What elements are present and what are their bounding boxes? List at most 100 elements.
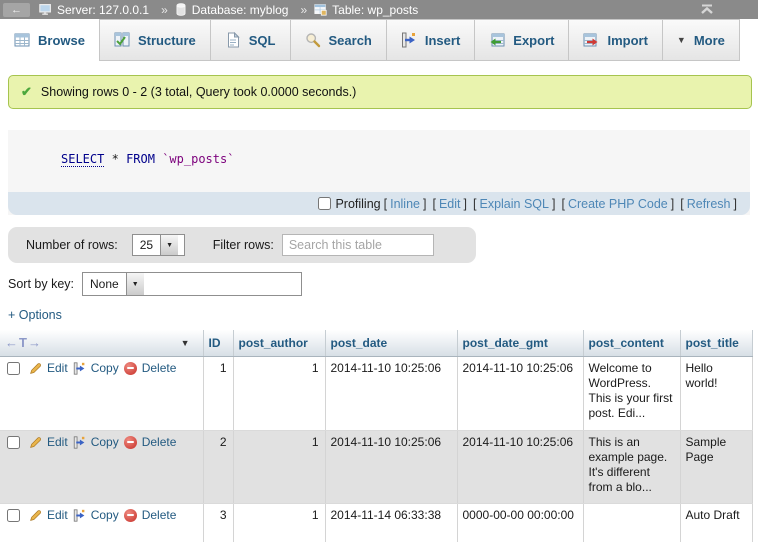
sort-key-select[interactable]: None ▼	[82, 272, 302, 296]
sql-keyword-select[interactable]: SELECT	[61, 152, 104, 167]
bracket: ]	[671, 197, 674, 211]
cell-id: 1	[203, 356, 233, 430]
create-php-code-link[interactable]: Create PHP Code	[568, 197, 668, 211]
column-header-post-content[interactable]: post_content	[583, 330, 680, 356]
row-actions-cell: Edit Copy Delete	[0, 430, 203, 503]
options-toggle[interactable]: + Options	[8, 308, 62, 322]
table-header-row: ←T→ ▼ ID post_author post_date post_date…	[0, 330, 758, 356]
cell-post-content: This is an example page. It's different …	[583, 430, 680, 503]
copy-row-link[interactable]: Copy	[91, 508, 119, 523]
tab-sql[interactable]: SQL	[210, 19, 291, 61]
row-checkbox[interactable]	[7, 362, 20, 375]
actions-header-cell: ←T→ ▼	[0, 330, 203, 356]
bracket: ]	[552, 197, 555, 211]
tab-more[interactable]: ▼ More	[662, 19, 740, 61]
cell-id: 3	[203, 503, 233, 542]
column-header-post-date[interactable]: post_date	[325, 330, 457, 356]
tab-insert[interactable]: Insert	[386, 19, 475, 61]
table-icon	[314, 3, 327, 16]
row-checkbox[interactable]	[7, 509, 20, 522]
copy-row-icon	[73, 436, 86, 449]
delete-row-icon	[124, 362, 137, 375]
tab-label: Import	[607, 33, 647, 48]
cell-post-title: Hello world!	[680, 356, 752, 430]
column-header-post-author[interactable]: post_author	[233, 330, 325, 356]
column-header-id[interactable]: ID	[203, 330, 233, 356]
axis-toggle-icon[interactable]: ←T→	[5, 335, 42, 350]
status-message: ✔ Showing rows 0 - 2 (3 total, Query too…	[8, 75, 752, 109]
filter-rows-label: Filter rows:	[213, 238, 274, 252]
edit-row-link[interactable]: Edit	[47, 508, 68, 523]
copy-row-link[interactable]: Copy	[91, 435, 119, 450]
delete-row-link[interactable]: Delete	[142, 508, 177, 523]
tab-label: More	[694, 33, 725, 48]
tab-export[interactable]: Export	[474, 19, 569, 61]
profiling-label: Profiling	[335, 197, 380, 211]
column-menu-icon[interactable]: ▼	[181, 338, 190, 348]
edit-row-link[interactable]: Edit	[47, 435, 68, 450]
breadcrumb-table[interactable]: Table: wp_posts	[332, 3, 418, 17]
success-check-icon: ✔	[21, 84, 32, 100]
column-header-post-date-gmt[interactable]: post_date_gmt	[457, 330, 583, 356]
edit-sql-link[interactable]: Edit	[439, 197, 461, 211]
tab-label: Browse	[38, 33, 85, 48]
table-row: Edit Copy Delete 1 1 2014-11-10 10:25:06…	[0, 356, 758, 430]
number-of-rows-label: Number of rows:	[26, 238, 118, 252]
cell-id: 2	[203, 430, 233, 503]
table-row: Edit Copy Delete 3 1 2014-11-14 06:33:38…	[0, 503, 758, 542]
sql-keyword-from: FROM	[126, 152, 155, 166]
bracket: [	[384, 197, 387, 211]
inline-link[interactable]: Inline	[390, 197, 420, 211]
cell-post-date-gmt: 0000-00-00 00:00:00	[457, 503, 583, 542]
cell-post-content	[583, 503, 680, 542]
breadcrumb-separator: »	[161, 3, 168, 17]
row-actions-cell: Edit Copy Delete	[0, 356, 203, 430]
delete-row-link[interactable]: Delete	[142, 361, 177, 376]
cell-post-date: 2014-11-10 10:25:06	[325, 356, 457, 430]
server-icon	[39, 3, 52, 16]
explain-sql-link[interactable]: Explain SQL	[479, 197, 548, 211]
sql-file-icon	[225, 32, 241, 48]
tab-import[interactable]: Import	[568, 19, 662, 61]
row-checkbox[interactable]	[7, 436, 20, 449]
tab-structure[interactable]: Structure	[99, 19, 211, 61]
cell-post-date: 2014-11-10 10:25:06	[325, 430, 457, 503]
copy-row-icon	[73, 509, 86, 522]
database-icon	[175, 3, 187, 16]
tab-browse[interactable]: Browse	[0, 19, 100, 61]
sql-table-reference: `wp_posts`	[162, 152, 234, 166]
search-icon	[305, 32, 321, 48]
cell-post-title: Sample Page	[680, 430, 752, 503]
collapse-panel-icon[interactable]	[698, 2, 716, 16]
sort-by-key-label: Sort by key:	[8, 277, 74, 291]
breadcrumb-database[interactable]: Database: myblog	[192, 3, 289, 17]
copy-row-icon	[73, 362, 86, 375]
back-button[interactable]: ←	[3, 3, 30, 17]
export-icon	[489, 32, 505, 48]
edit-row-link[interactable]: Edit	[47, 361, 68, 376]
rows-per-page-select[interactable]: 25 ▼	[132, 234, 185, 256]
breadcrumb: Server: 127.0.0.1 » Database: myblog » T…	[39, 3, 418, 17]
profiling-checkbox[interactable]	[318, 197, 331, 210]
delete-row-icon	[124, 436, 137, 449]
breadcrumb-bar: ← Server: 127.0.0.1 » Database: myblog »…	[0, 0, 758, 19]
cell-post-author: 1	[233, 503, 325, 542]
cell-post-author: 1	[233, 356, 325, 430]
tab-search[interactable]: Search	[290, 19, 387, 61]
bracket: ]	[734, 197, 737, 211]
refresh-link[interactable]: Refresh	[687, 197, 731, 211]
column-header-post-title[interactable]: post_title	[680, 330, 752, 356]
cell-post-date-gmt: 2014-11-10 10:25:06	[457, 430, 583, 503]
structure-icon	[114, 32, 130, 48]
sort-by-key-row: Sort by key: None ▼	[8, 272, 302, 296]
chevron-down-icon: ▼	[677, 35, 686, 45]
copy-row-link[interactable]: Copy	[91, 361, 119, 376]
table-filter-input[interactable]	[282, 234, 434, 256]
delete-row-link[interactable]: Delete	[142, 435, 177, 450]
status-message-text: Showing rows 0 - 2 (3 total, Query took …	[41, 85, 356, 99]
tab-label: SQL	[249, 33, 276, 48]
browse-table-icon	[14, 32, 30, 48]
tab-label: Insert	[425, 33, 460, 48]
breadcrumb-server[interactable]: Server: 127.0.0.1	[57, 3, 149, 17]
import-icon	[583, 32, 599, 48]
